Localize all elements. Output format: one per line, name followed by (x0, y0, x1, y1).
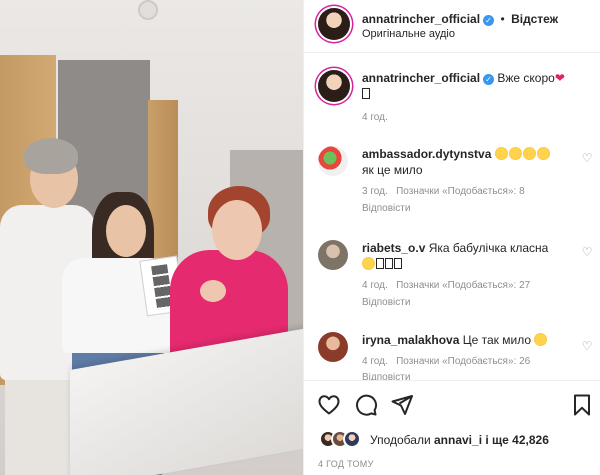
star-eyes-emoji-icon (362, 257, 375, 270)
author-username[interactable]: annatrincher_official (362, 12, 480, 26)
comment-like-heart-icon[interactable]: ♡ (581, 246, 593, 258)
comment-username[interactable]: riabets_o.v (362, 241, 425, 255)
comment-time: 3 год. (362, 186, 388, 197)
comment-likes[interactable]: Позначки «Подобається»: 26 (396, 356, 530, 367)
grandmother-face (212, 200, 262, 260)
caption-text: Вже скоро (497, 71, 555, 85)
follow-button[interactable]: Відстеж (511, 12, 558, 26)
star-eyes-emoji-icon (522, 147, 536, 160)
comment-like-heart-icon[interactable]: ♡ (581, 340, 593, 352)
audio-label[interactable]: Оригінальне аудіо (362, 28, 455, 40)
liked-by-user[interactable]: annavi_i (434, 433, 482, 447)
liked-by-count[interactable]: і ще 42,826 (485, 433, 549, 447)
comment-username[interactable]: iryna_malakhova (362, 333, 459, 347)
grandmother-hand (200, 280, 226, 302)
man-hair (24, 138, 78, 174)
author-avatar[interactable] (318, 8, 350, 40)
heart-icon[interactable] (317, 393, 341, 417)
reply-button[interactable]: Відповісти (362, 203, 410, 214)
liked-by-prefix: Уподобали (370, 433, 431, 447)
comment-text: Яка бабулічка класна (428, 241, 549, 255)
comment-time: 4 год. (362, 280, 388, 291)
post-video[interactable] (0, 0, 303, 475)
comment-body: ambassador.dytynstva як це мило (362, 146, 577, 178)
comment-text: як це мило (362, 163, 423, 177)
emoji-placeholder-icon (362, 88, 370, 99)
liker-avatar (343, 430, 361, 448)
caption-time: 4 год. (362, 112, 388, 123)
liked-by-text: Уподобали annavi_i і ще 42,826 (370, 433, 549, 447)
star-eyes-emoji-icon (536, 147, 550, 160)
liked-by-avatars[interactable] (319, 430, 369, 450)
reply-button[interactable]: Відповісти (362, 297, 410, 308)
comment-meta: 3 год. Позначки «Подобається»: 8 (362, 186, 525, 197)
emoji-placeholder-icon (394, 258, 402, 269)
ceiling-light (138, 0, 158, 20)
comment-avatar[interactable] (318, 240, 348, 270)
comment-item: riabets_o.v Яка бабулічка класна 4 год. … (304, 236, 600, 314)
verified-badge-icon: ✓ (483, 74, 495, 85)
comment-time: 4 год. (362, 356, 388, 367)
emoji-placeholder-icon (385, 258, 393, 269)
star-eyes-emoji-icon (534, 333, 548, 346)
comment-text: Це так мило (462, 333, 532, 347)
comment-avatar[interactable] (318, 332, 348, 362)
comment-likes[interactable]: Позначки «Подобається»: 27 (396, 280, 530, 291)
post-timestamp: 4 ГОД ТОМУ (318, 459, 374, 469)
dot-separator: • (500, 12, 505, 26)
comment-likes[interactable]: Позначки «Подобається»: 8 (396, 186, 525, 197)
author-line: annatrincher_official ✓ • Відстеж (362, 10, 558, 28)
verified-badge-icon: ✓ (483, 15, 495, 26)
comment-item: iryna_malakhova Це так мило 4 год. Позна… (304, 330, 600, 380)
comment-avatar[interactable] (318, 146, 348, 176)
reply-button[interactable]: Відповісти (362, 372, 410, 380)
comment-like-heart-icon[interactable]: ♡ (581, 152, 593, 164)
caption-avatar[interactable] (318, 70, 350, 102)
comment-meta: 4 год. Позначки «Подобається»: 27 (362, 280, 530, 291)
bookmark-icon[interactable] (570, 393, 594, 417)
comment-username[interactable]: ambassador.dytynstva (362, 147, 491, 161)
comment-body: riabets_o.v Яка бабулічка класна (362, 240, 577, 272)
emoji-placeholder-icon (376, 258, 384, 269)
actions-divider (304, 380, 600, 381)
star-eyes-emoji-icon (508, 147, 522, 160)
comment-item: ambassador.dytynstva як це мило 3 год. П… (304, 142, 600, 220)
star-eyes-emoji-icon (494, 147, 508, 160)
red-heart-emoji-icon: ❤ (554, 71, 565, 85)
caption: annatrincher_official ✓ Вже скоро❤ 4 год. (304, 64, 600, 126)
share-icon[interactable] (390, 393, 414, 417)
comment-icon[interactable] (354, 393, 378, 417)
header-divider (304, 52, 600, 53)
caption-username[interactable]: annatrincher_official (362, 71, 480, 85)
caption-text-block: annatrincher_official ✓ Вже скоро❤ (362, 70, 587, 102)
woman-face (106, 205, 146, 257)
post-panel: annatrincher_official ✓ • Відстеж Оригіна… (303, 0, 600, 475)
comment-meta: 4 год. Позначки «Подобається»: 26 (362, 356, 530, 367)
comment-body: iryna_malakhova Це так мило (362, 332, 577, 348)
post-header: annatrincher_official ✓ • Відстеж Оригіна… (304, 0, 600, 52)
